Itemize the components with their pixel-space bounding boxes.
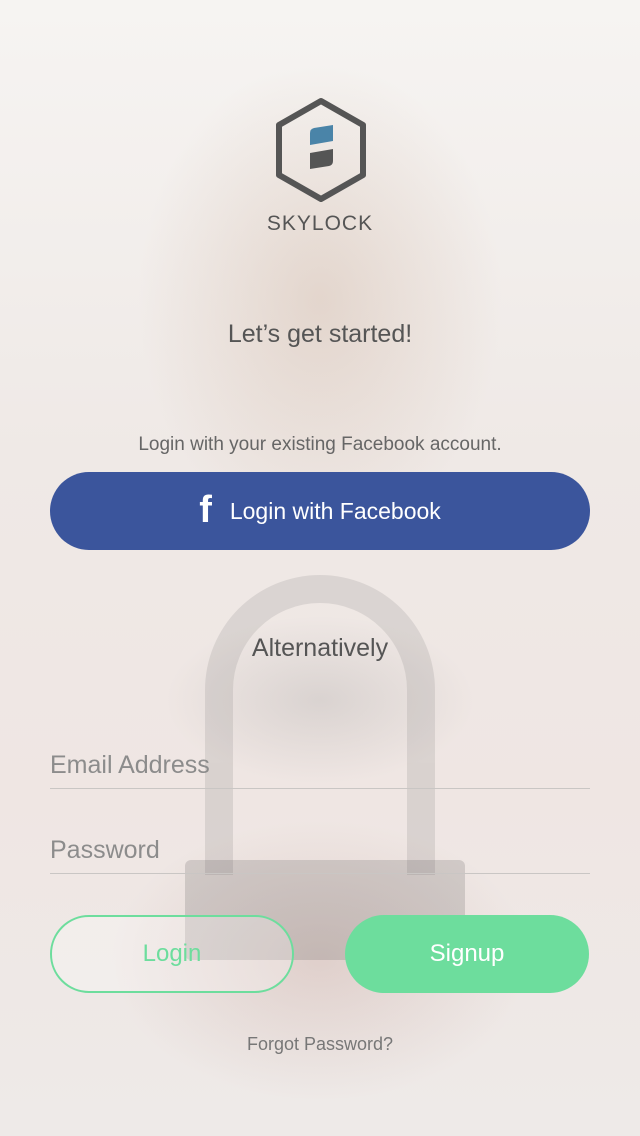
facebook-button-label: Login with Facebook xyxy=(229,497,441,524)
forgot-password-link[interactable]: Forgot Password? xyxy=(0,1034,640,1055)
page-headline: Let’s get started! xyxy=(227,320,413,348)
login-screen: SKYLOCK Let’s get started! Login with yo… xyxy=(0,0,640,1136)
login-button[interactable]: Login xyxy=(50,915,294,993)
signup-button[interactable]: Signup xyxy=(345,915,589,993)
login-with-facebook-button[interactable]: f Login with Facebook xyxy=(50,472,590,550)
facebook-f-icon: f xyxy=(199,489,212,531)
password-field[interactable] xyxy=(50,827,590,874)
facebook-login-note: Login with your existing Facebook accoun… xyxy=(138,434,502,455)
brand-name: SKYLOCK xyxy=(266,212,374,235)
email-field[interactable] xyxy=(50,742,590,789)
alternatively-label: Alternatively xyxy=(251,634,389,662)
skylock-hexagon-logo-icon xyxy=(276,98,366,202)
